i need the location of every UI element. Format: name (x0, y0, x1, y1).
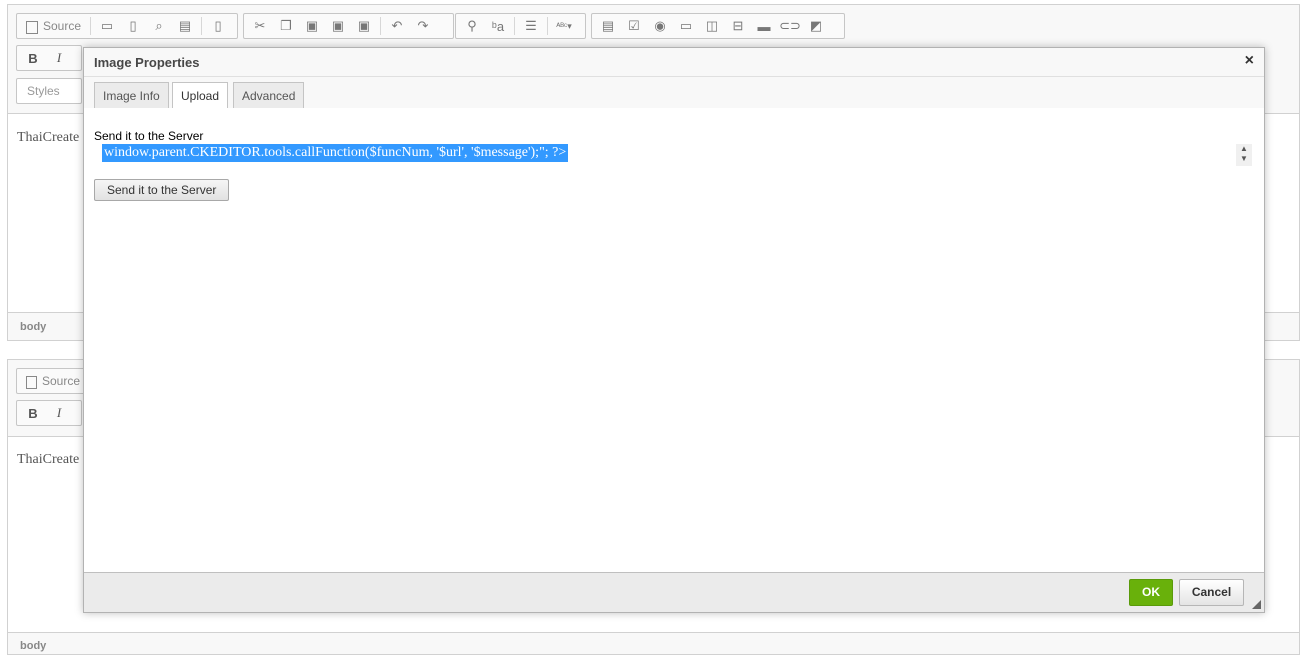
select-all-icon[interactable]: ☰ (520, 15, 542, 37)
editing-toolbar-group: ⚲ ᵇa ☰ ᴬᴮᶜ▾ (455, 13, 586, 39)
dialog-title: Image Properties (94, 55, 200, 70)
paste-icon[interactable]: ▣ (301, 15, 323, 37)
source-icon (26, 375, 37, 389)
form-icon[interactable]: ▤ (597, 15, 619, 37)
cut-icon[interactable]: ✂ (249, 15, 271, 37)
toolbar-separator (514, 17, 515, 35)
upload-field-label: Send it to the Server (94, 129, 204, 143)
clipboard-toolbar-group: ✂ ❐ ▣ ▣ ▣ ↶ ↷ (243, 13, 454, 39)
radio-icon[interactable]: ◉ (649, 15, 671, 37)
find-icon[interactable]: ⚲ (461, 15, 483, 37)
button-field-icon[interactable]: ▬ (753, 15, 775, 37)
source-icon (26, 20, 38, 34)
editor-1-content[interactable]: ThaiCreate (17, 130, 79, 146)
document-toolbar-group: Source (16, 368, 90, 394)
toolbar-separator (201, 17, 203, 35)
templates-icon[interactable]: ▯ (207, 15, 229, 37)
styles-combo[interactable]: Styles (16, 78, 82, 104)
toolbar-separator (547, 17, 548, 35)
dialog-footer: OK Cancel (84, 572, 1264, 612)
image-properties-dialog: Image Properties × Image Info Upload Adv… (83, 47, 1265, 613)
hidden-field-icon[interactable]: ◩ (805, 15, 827, 37)
image-button-icon[interactable]: ⊂⊃ (779, 15, 801, 37)
checkbox-icon[interactable]: ☑ (623, 15, 645, 37)
toolbar-separator (380, 17, 381, 35)
tab-image-info[interactable]: Image Info (94, 82, 169, 108)
preview-icon[interactable]: ⌕ (148, 15, 170, 37)
basicstyles-toolbar-group: B I (16, 45, 82, 71)
print-icon[interactable]: ▤ (174, 15, 196, 37)
copy-icon[interactable]: ❐ (275, 15, 297, 37)
tab-upload[interactable]: Upload (172, 82, 229, 109)
paste-text-icon[interactable]: ▣ (327, 15, 349, 37)
ok-button[interactable]: OK (1129, 579, 1173, 606)
undo-icon[interactable]: ↶ (386, 15, 408, 37)
toolbar-separator (90, 17, 92, 35)
bold-button[interactable]: B (22, 47, 44, 69)
select-field-icon[interactable]: ⊟ (727, 15, 749, 37)
replace-icon[interactable]: ᵇa (487, 15, 509, 37)
source-button[interactable]: Source (22, 370, 84, 392)
textfield-icon[interactable]: ▭ (675, 15, 697, 37)
italic-button[interactable]: I (48, 402, 70, 424)
forms-toolbar-group: ▤ ☑ ◉ ▭ ◫ ⊟ ▬ ⊂⊃ ◩ (591, 13, 845, 39)
dialog-body: Send it to the Server window.parent.CKED… (84, 108, 1264, 572)
spellcheck-icon[interactable]: ᴬᴮᶜ▾ (553, 15, 575, 37)
upload-file-field[interactable]: window.parent.CKEDITOR.tools.callFunctio… (94, 144, 1254, 166)
paste-word-icon[interactable]: ▣ (353, 15, 375, 37)
document-toolbar-group: Source ▭ ▯ ⌕ ▤ ▯ (16, 13, 238, 39)
bold-button[interactable]: B (22, 402, 44, 424)
editor-2-content[interactable]: ThaiCreate (17, 452, 79, 468)
send-to-server-button[interactable]: Send it to the Server (94, 179, 230, 201)
scroll-spinner-icon[interactable]: ▲ ▼ (1236, 144, 1252, 166)
cancel-button[interactable]: Cancel (1179, 579, 1244, 606)
close-icon[interactable]: × (1245, 52, 1254, 70)
redo-icon[interactable]: ↷ (412, 15, 434, 37)
file-field-value[interactable]: window.parent.CKEDITOR.tools.callFunctio… (102, 144, 569, 162)
source-button[interactable]: Source (22, 15, 85, 37)
dialog-titlebar[interactable]: Image Properties × (84, 48, 1264, 77)
new-page-icon[interactable]: ▯ (122, 15, 144, 37)
italic-button[interactable]: I (48, 47, 70, 69)
tab-advanced[interactable]: Advanced (233, 82, 305, 108)
resize-handle-icon[interactable] (1252, 600, 1261, 609)
editor-2-path[interactable]: body (8, 632, 1299, 654)
dialog-tabs: Image Info Upload Advanced (84, 77, 1264, 109)
basicstyles-toolbar-group: B I (16, 400, 82, 426)
save-icon[interactable]: ▭ (96, 15, 118, 37)
textarea-icon[interactable]: ◫ (701, 15, 723, 37)
